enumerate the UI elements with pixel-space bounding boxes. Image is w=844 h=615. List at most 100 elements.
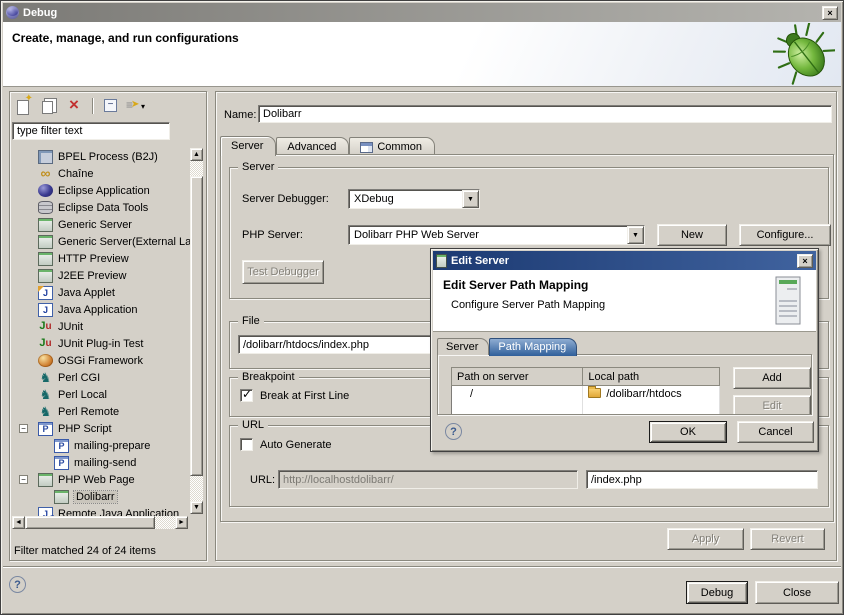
tree-item-cha-ne[interactable]: Chaîne [12,165,204,182]
scroll-right-button[interactable]: ► [175,516,188,529]
tree-item-eclipse-data-tools[interactable]: Eclipse Data Tools [12,199,204,216]
test-debugger-button[interactable]: Test Debugger [242,260,324,284]
column-header-path-on-server[interactable]: Path on server [452,368,583,386]
chevron-down-icon[interactable]: ▼ [462,190,479,208]
bpel-process-icon [38,150,53,164]
configurations-toolbar: ▾ [12,94,147,118]
tree-item-generic-server[interactable]: Generic Server [12,216,204,233]
filter-button[interactable]: ▾ [125,96,147,116]
scroll-left-button[interactable]: ◄ [12,516,25,529]
server-icon [436,254,447,268]
dialog-help-icon[interactable]: ? [445,423,462,440]
dialog-subheading: Configure Server Path Mapping [433,292,816,311]
dialog-title-bar[interactable]: Edit Server × [433,251,816,270]
tree-item-eclipse-application[interactable]: Eclipse Application [12,182,204,199]
new-config-icon [15,98,31,114]
cancel-button[interactable]: Cancel [737,421,814,443]
expander-icon[interactable]: − [19,475,28,484]
expander-icon[interactable]: − [19,424,28,433]
url-group-legend: URL [238,418,268,432]
tree-item-osgi-framework[interactable]: OSGi Framework [12,352,204,369]
new-configuration-button[interactable] [12,96,34,116]
page-title: Create, manage, and run configurations [3,22,841,45]
tree-hscroll-thumb[interactable] [25,516,155,529]
tree-item-j2ee-preview[interactable]: J2EE Preview [12,267,204,284]
collapse-all-button[interactable] [99,96,121,116]
debug-button[interactable]: Debug [686,581,748,604]
tree-item-perl-remote[interactable]: Perl Remote [12,403,204,420]
php-server-select[interactable]: Dolibarr PHP Web Server ▼ [348,225,645,245]
add-mapping-button[interactable]: Add [733,367,811,389]
tree-item-label: BPEL Process (B2J) [58,151,158,163]
name-input[interactable] [258,105,832,123]
table-icon [360,142,373,153]
window-title-bar[interactable]: Debug × [3,3,841,22]
new-server-button[interactable]: New [657,224,727,246]
tree-vscroll-thumb[interactable] [190,176,203,476]
server-debugger-select[interactable]: XDebug ▼ [348,189,480,209]
banner: Create, manage, and run configurations [3,22,841,87]
tree-item-mailing-send[interactable]: Pmailing-send [12,454,204,471]
tree-item-label: Eclipse Application [58,185,150,197]
applet-icon: J [38,286,53,300]
revert-button[interactable]: Revert [750,528,825,550]
tree-item-bpel-process-b2j[interactable]: BPEL Process (B2J) [12,148,204,165]
tree-item-label: Generic Server(External La [58,236,191,248]
dialog-tabs: Server Path Mapping [437,337,577,355]
tree-item-label: Eclipse Data Tools [58,202,148,214]
filter-input[interactable] [12,122,170,140]
eclipse-app-icon [38,184,53,197]
osgi-icon [38,354,53,367]
duplicate-configuration-button[interactable] [38,96,60,116]
server-icon [38,235,53,249]
apply-button[interactable]: Apply [667,528,744,550]
path-mapping-row[interactable]: //dolibarr/htdocs [452,386,720,403]
tree-item-perl-cgi[interactable]: Perl CGI [12,369,204,386]
tree-item-generic-server-external-la[interactable]: Generic Server(External La [12,233,204,250]
tree-item-dolibarr[interactable]: Dolibarr [12,488,204,505]
tree-item-perl-local[interactable]: Perl Local [12,386,204,403]
dialog-close-button[interactable]: × [797,254,813,268]
server-icon [38,269,53,283]
toolbar-separator [92,98,93,114]
url-label: URL: [250,474,275,486]
tree-item-http-preview[interactable]: HTTP Preview [12,250,204,267]
help-icon[interactable]: ? [9,576,26,593]
dialog-tab-server[interactable]: Server [437,338,489,355]
window-close-button[interactable]: × [822,6,838,20]
url-base-input[interactable] [278,470,578,489]
tab-server[interactable]: Server [220,136,276,156]
tab-common[interactable]: Common [349,137,435,155]
panel-sash[interactable] [209,91,213,561]
tree-item-junit[interactable]: JUnit [12,318,204,335]
collapse-all-icon [102,98,118,114]
tree-item-php-web-page[interactable]: −PHP Web Page [12,471,204,488]
tree-item-java-application[interactable]: JJava Application [12,301,204,318]
dialog-header: Edit Server Path Mapping Configure Serve… [433,270,816,332]
server-group-legend: Server [238,160,278,174]
tree-item-junit-plug-in-test[interactable]: JUnit Plug-in Test [12,335,204,352]
scroll-up-button[interactable]: ▲ [190,148,203,161]
tree-item-java-applet[interactable]: JJava Applet [12,284,204,301]
edit-mapping-button[interactable]: Edit [733,395,811,415]
tree-item-label: JUnit Plug-in Test [58,338,143,350]
delete-configuration-button[interactable] [64,96,86,116]
tree-item-mailing-prepare[interactable]: Pmailing-prepare [12,437,204,454]
dialog-tab-path-mapping[interactable]: Path Mapping [489,338,577,356]
url-path-input[interactable] [586,470,818,489]
column-header-local-path[interactable]: Local path [583,368,720,386]
chevron-down-icon[interactable]: ▼ [627,226,644,244]
scroll-down-button[interactable]: ▼ [190,501,203,514]
tree-item-label: Perl Local [58,389,107,401]
php-server-label: PHP Server: [242,229,303,241]
tree-item-label: Generic Server [58,219,132,231]
break-first-line-checkbox[interactable] [240,389,253,402]
configure-server-button[interactable]: Configure... [739,224,831,246]
auto-generate-checkbox[interactable] [240,438,253,451]
tree-item-php-script[interactable]: −PPHP Script [12,420,204,437]
ok-button[interactable]: OK [649,421,727,443]
chain-icon [38,167,53,181]
tab-advanced[interactable]: Advanced [276,137,349,155]
close-button[interactable]: Close [755,581,839,604]
debug-configurations-window: Debug × Create, manage, and run configur… [0,0,844,615]
